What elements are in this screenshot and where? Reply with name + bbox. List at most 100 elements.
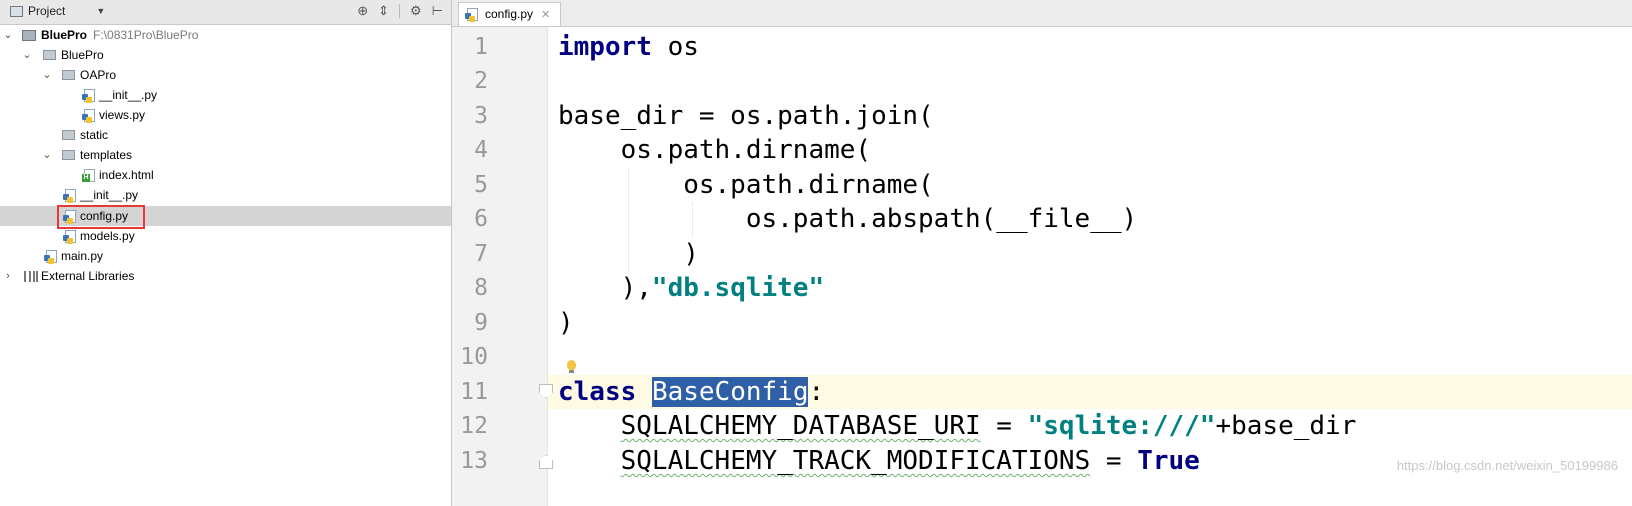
- tree-item-file[interactable]: index.html: [0, 165, 451, 185]
- code-text: ),: [558, 273, 652, 303]
- locate-icon[interactable]: ⊕: [357, 3, 368, 19]
- project-path: F:\0831Pro\BluePro: [93, 28, 199, 42]
- library-icon: [24, 271, 38, 282]
- string-token: "db.sqlite": [651, 273, 825, 303]
- code-editor: config.py ✕ 1 2 3 4 5 6 7 8 9 10 11 12 13…: [452, 0, 1632, 506]
- watermark-text: https://blog.csdn.net/weixin_50199986: [1396, 458, 1618, 473]
- line-number: 5: [474, 172, 488, 198]
- code-text: os: [651, 32, 699, 62]
- variable-token: SQLALCHEMY_DATABASE_URI: [620, 411, 981, 441]
- line-number: 4: [474, 137, 488, 163]
- project-panel-header: Project ▼ ⊕ ⇕ ⚙ ⊢: [0, 0, 451, 25]
- project-view-selector[interactable]: Project ▼: [10, 4, 105, 18]
- expand-arrow-icon[interactable]: ⌄: [42, 145, 52, 165]
- project-panel-title: Project: [28, 4, 66, 18]
- line-number: 3: [474, 103, 488, 129]
- line-number: 12: [460, 413, 488, 439]
- toolbar-divider: [399, 4, 401, 18]
- project-folder-icon: [22, 30, 36, 41]
- line-number: 9: [474, 310, 488, 336]
- code-line-8[interactable]: ),"db.sqlite": [558, 271, 825, 305]
- gutter-divider: [547, 27, 548, 506]
- variable-token: SQLALCHEMY_TRACK_MODIFICATIONS: [620, 446, 1091, 476]
- tree-item-label: External Libraries: [41, 269, 135, 283]
- folder-icon: [62, 150, 75, 160]
- keyword-token: class: [558, 377, 637, 407]
- tree-item-label: BluePro: [61, 48, 104, 62]
- code-line-3[interactable]: base_dir = os.path.join(: [558, 99, 934, 133]
- code-line-12[interactable]: SQLALCHEMY_DATABASE_URI = "sqlite:///"+b…: [558, 409, 1357, 443]
- code-line-4[interactable]: os.path.dirname(: [558, 133, 871, 167]
- tree-item-folder[interactable]: ⌄ OAPro: [0, 65, 451, 85]
- expand-arrow-icon[interactable]: ⌄: [3, 25, 13, 45]
- line-number: 11: [460, 379, 488, 405]
- python-file-icon: [63, 189, 76, 203]
- code-line-5[interactable]: os.path.dirname(: [558, 168, 933, 202]
- python-file-icon: [82, 89, 95, 103]
- python-file-icon: [82, 109, 95, 123]
- line-number: 6: [474, 206, 488, 232]
- python-file-icon: [63, 230, 76, 244]
- code-line-13[interactable]: SQLALCHEMY_TRACK_MODIFICATIONS = True: [558, 444, 1200, 478]
- project-panel-toolbar: ⊕ ⇕ ⚙ ⊢: [357, 3, 443, 19]
- tree-item-label: BluePro: [41, 28, 88, 42]
- line-number: 8: [474, 275, 488, 301]
- tree-item-label: __init__.py: [99, 88, 158, 102]
- editor-tab-bar: config.py ✕: [452, 0, 1632, 27]
- tree-item-label: index.html: [99, 168, 154, 182]
- python-file-icon: [465, 8, 478, 22]
- folder-icon: [62, 70, 75, 80]
- project-panel: Project ▼ ⊕ ⇕ ⚙ ⊢ ⌄ BluePro F:\0831Pro\Bl…: [0, 0, 452, 506]
- tree-item-root[interactable]: ⌄ BluePro F:\0831Pro\BluePro: [0, 25, 451, 45]
- line-number: 7: [474, 241, 488, 267]
- code-line-1[interactable]: import os: [558, 30, 699, 64]
- tab-label: config.py: [485, 7, 534, 21]
- collapse-all-icon[interactable]: ⇕: [378, 3, 389, 19]
- folder-icon: [43, 50, 56, 60]
- folder-icon: [62, 130, 75, 140]
- close-icon[interactable]: ✕: [541, 9, 550, 21]
- chevron-right-icon[interactable]: ›: [3, 266, 13, 286]
- code-line-6[interactable]: os.path.abspath(__file__): [558, 202, 1137, 236]
- chevron-down-icon[interactable]: ▼: [96, 6, 105, 16]
- code-line-9[interactable]: ): [558, 306, 574, 340]
- tree-item-file[interactable]: __init__.py: [0, 85, 451, 105]
- tree-item-folder[interactable]: ⌄ templates: [0, 145, 451, 165]
- tree-item-label: models.py: [80, 229, 135, 243]
- tree-item-label: OAPro: [80, 68, 117, 82]
- tree-item-label: __init__.py: [80, 188, 139, 202]
- code-text: =: [980, 411, 1028, 441]
- tree-item-folder[interactable]: static: [0, 125, 451, 145]
- keyword-token: True: [1137, 446, 1200, 476]
- tree-item-file[interactable]: __init__.py: [0, 185, 451, 205]
- tree-item-label: main.py: [61, 249, 104, 263]
- gear-icon[interactable]: ⚙: [410, 3, 422, 19]
- tree-item-file[interactable]: main.py: [0, 246, 451, 266]
- line-number: 2: [474, 68, 488, 94]
- tree-item-file[interactable]: models.py: [0, 226, 451, 246]
- code-line-7[interactable]: ): [558, 237, 699, 271]
- line-number: 1: [474, 34, 488, 60]
- html-file-icon: [82, 169, 95, 182]
- tree-item-package[interactable]: ⌄ BluePro: [0, 45, 451, 65]
- selected-class-name: BaseConfig: [651, 377, 809, 407]
- tree-item-external-libraries[interactable]: › External Libraries: [0, 266, 451, 286]
- code-text: =: [1090, 446, 1138, 476]
- tab-config-py[interactable]: config.py ✕: [458, 2, 562, 26]
- line-number: 13: [460, 448, 488, 474]
- python-file-icon: [44, 250, 57, 264]
- project-view-icon: [10, 5, 23, 17]
- tree-item-label: templates: [80, 148, 133, 162]
- tree-item-file[interactable]: views.py: [0, 105, 451, 125]
- hide-panel-icon[interactable]: ⊢: [432, 3, 443, 19]
- expand-arrow-icon[interactable]: ⌄: [42, 65, 52, 85]
- keyword-token: import: [558, 32, 652, 62]
- line-number: 10: [460, 344, 488, 370]
- expand-arrow-icon[interactable]: ⌄: [22, 45, 32, 65]
- code-text: +base_dir: [1215, 411, 1357, 441]
- intention-bulb-icon[interactable]: [567, 360, 576, 373]
- code-line-11[interactable]: class BaseConfig:: [558, 375, 824, 409]
